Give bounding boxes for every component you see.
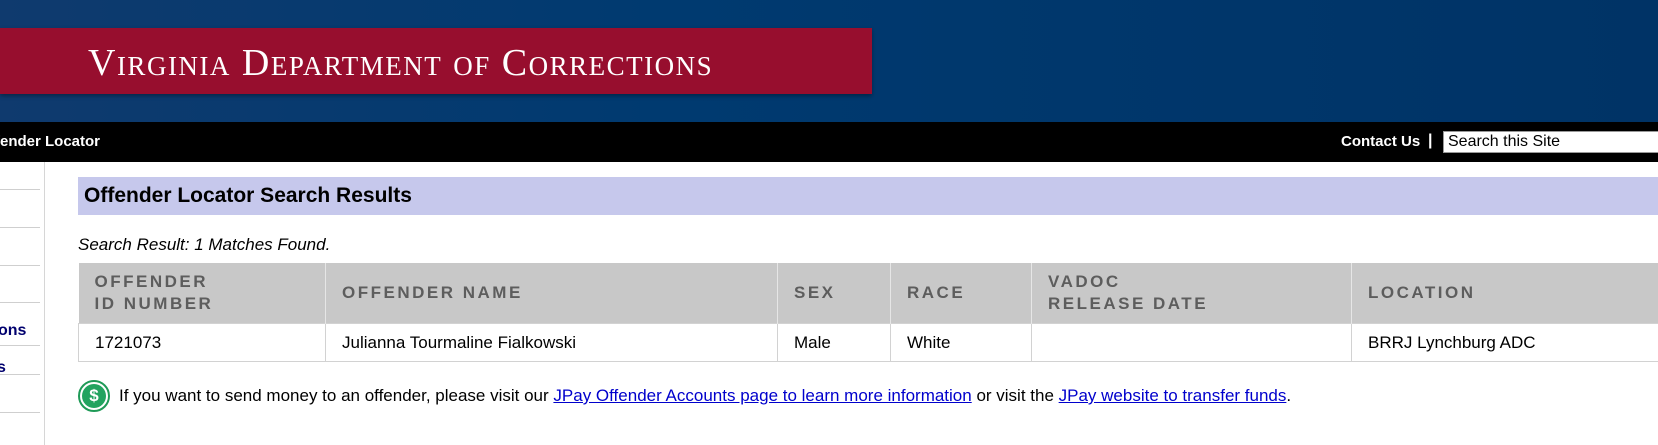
cell-location: BRRJ Lynchburg ADC <box>1351 323 1658 362</box>
result-count: Search Result: 1 Matches Found. <box>78 235 331 254</box>
col-header-id: OFFENDER ID NUMBER <box>78 263 326 324</box>
cell-release-date <box>1031 323 1352 362</box>
col-header-race: RACE <box>890 263 1032 324</box>
sidebar-item-truncated[interactable]: ons <box>0 322 26 340</box>
agency-title: Virginia Department of Corrections <box>88 42 714 84</box>
site-header: Virginia Department of Corrections <box>0 0 1658 122</box>
dollar-icon: $ <box>78 380 110 412</box>
sidebar-divider <box>0 227 40 228</box>
sidebar-divider <box>0 302 40 303</box>
sidebar-divider <box>0 189 40 190</box>
jpay-accounts-link[interactable]: JPay Offender Accounts page to learn mor… <box>553 386 971 405</box>
contact-us-link[interactable]: Contact Us <box>1341 133 1420 150</box>
site-search-input[interactable] <box>1443 131 1658 153</box>
col-header-name: OFFENDER NAME <box>325 263 778 324</box>
agency-banner[interactable]: Virginia Department of Corrections <box>0 28 872 94</box>
nav-offender-locator[interactable]: ffender Locator <box>0 133 100 150</box>
left-sidebar: ons s <box>0 162 45 445</box>
cell-id: 1721073 <box>78 323 326 362</box>
top-nav-bar: ffender Locator Contact Us | <box>0 122 1658 162</box>
col-header-release-date: VADOC RELEASE DATE <box>1031 263 1352 324</box>
sidebar-divider <box>0 374 40 375</box>
table-row: 1721073 Julianna Tourmaline Fialkowski M… <box>78 323 1658 362</box>
sidebar-divider <box>0 265 40 266</box>
table-header-row: OFFENDER ID NUMBER OFFENDER NAME SEX RAC… <box>78 263 1658 324</box>
sidebar-divider <box>0 345 40 346</box>
notice-text: If you want to send money to an offender… <box>119 386 1292 405</box>
sidebar-divider <box>0 412 40 413</box>
page-title: Offender Locator Search Results <box>78 177 1658 215</box>
jpay-website-link[interactable]: JPay website to transfer funds <box>1059 386 1287 405</box>
nav-separator: | <box>1428 132 1433 149</box>
cell-sex: Male <box>777 323 891 362</box>
results-table: OFFENDER ID NUMBER OFFENDER NAME SEX RAC… <box>78 263 1658 362</box>
cell-name: Julianna Tourmaline Fialkowski <box>325 323 778 362</box>
col-header-sex: SEX <box>777 263 891 324</box>
col-header-location: LOCATION <box>1351 263 1658 324</box>
cell-race: White <box>890 323 1032 362</box>
